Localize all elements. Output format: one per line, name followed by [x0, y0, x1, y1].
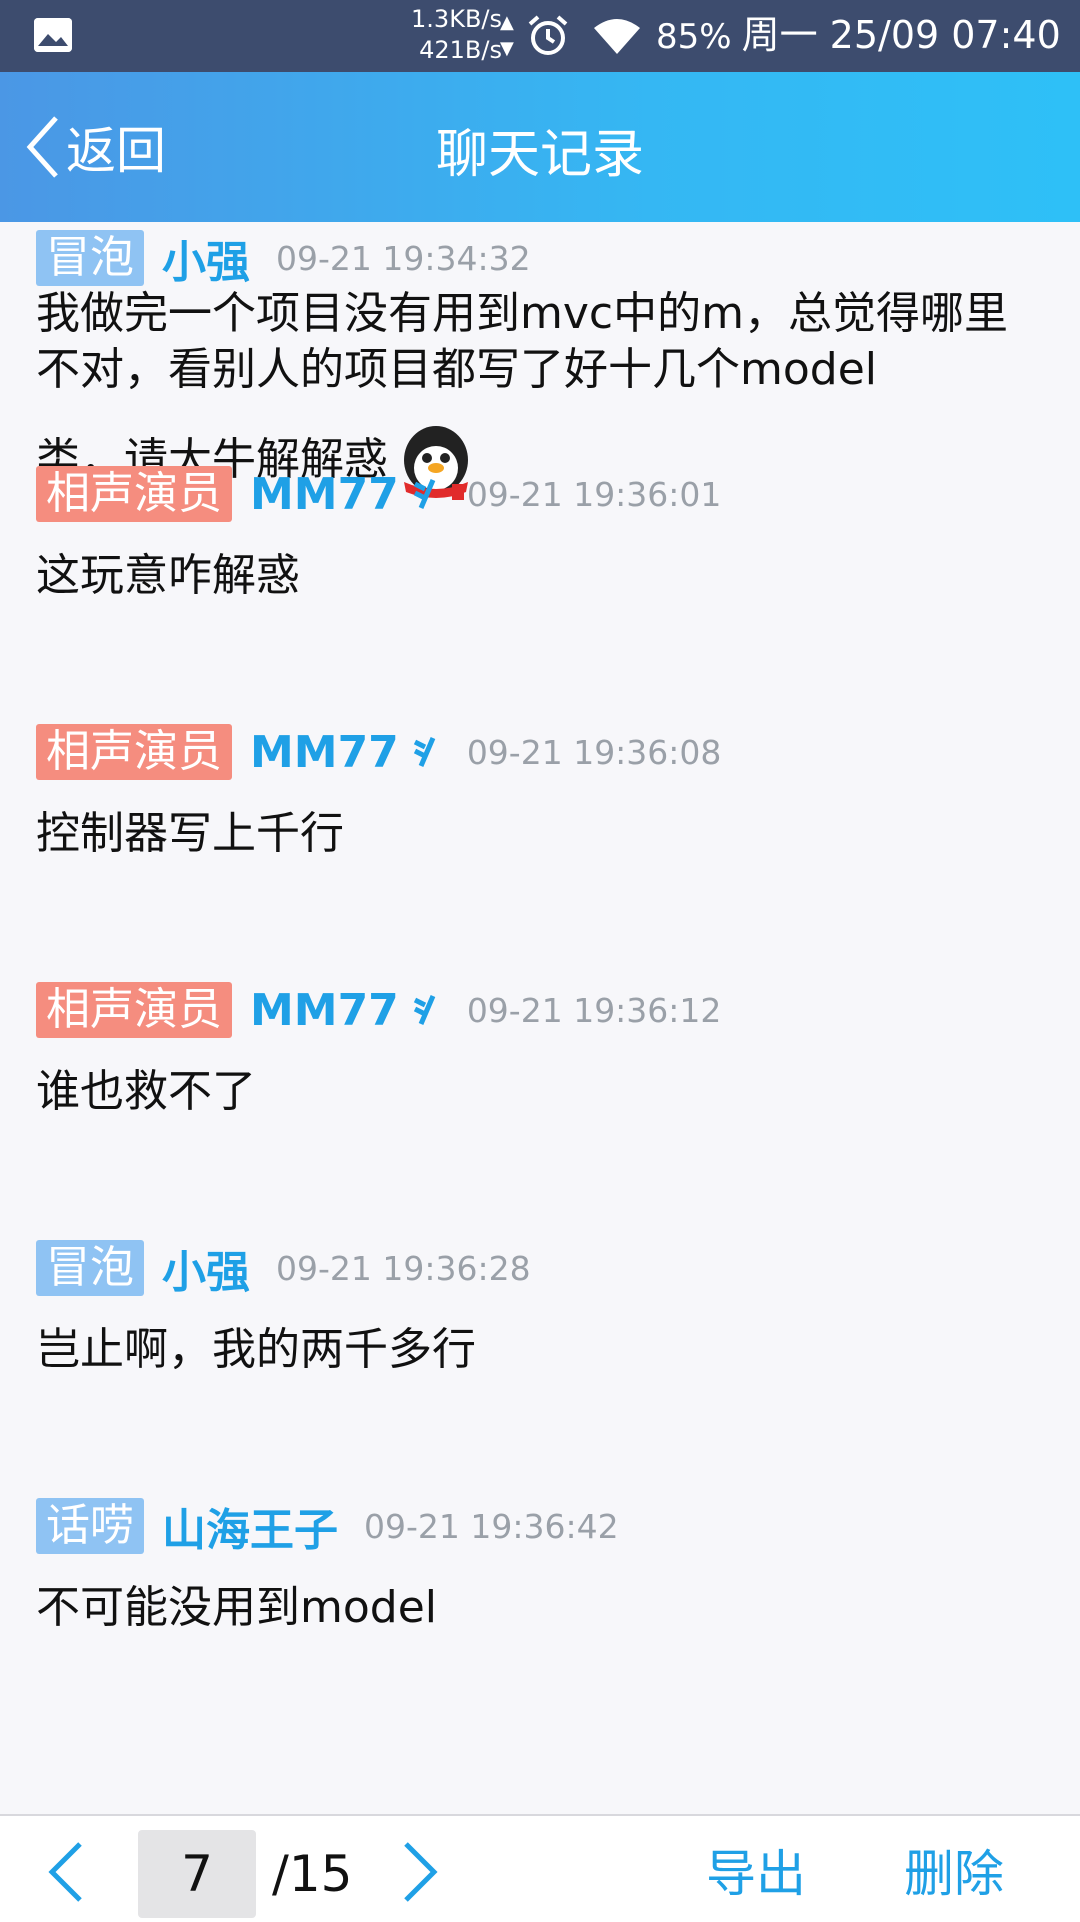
- sender-name[interactable]: MM77: [250, 469, 399, 520]
- delete-button[interactable]: 删除: [904, 1830, 1004, 1918]
- message-text: 控制器写上千行: [36, 808, 344, 859]
- vip-icon: [413, 995, 436, 1025]
- traffic-arrows-icon: ▲ ▼: [500, 12, 514, 59]
- list-item[interactable]: 冒泡 小强 09-21 19:36:28 岂止啊，我的两千多行: [36, 1240, 1046, 1378]
- member-title-badge: 相声演员: [36, 724, 232, 780]
- page-number-input[interactable]: 7: [138, 1830, 256, 1918]
- sender-name[interactable]: 小强: [162, 1236, 250, 1300]
- message-time: 09-21 19:34:32: [276, 238, 531, 278]
- prev-page-button[interactable]: [46, 1840, 86, 1904]
- next-page-button[interactable]: [400, 1840, 440, 1904]
- message-text: 这玩意咋解惑: [36, 550, 300, 601]
- sender-name[interactable]: 山海王子: [162, 1494, 338, 1558]
- network-speed: 1.3KB/s 421B/s: [392, 4, 502, 66]
- member-title-badge: 相声演员: [36, 982, 232, 1038]
- member-title-badge: 相声演员: [36, 466, 232, 522]
- message-text: 不可能没用到model: [36, 1582, 438, 1633]
- member-title-badge: 话唠: [36, 1498, 144, 1554]
- speed-up: 1.3KB/s: [411, 5, 502, 33]
- member-title-badge: 冒泡: [36, 1240, 144, 1296]
- message-text: 岂止啊，我的两千多行: [36, 1324, 476, 1375]
- page-title: 聊天记录: [435, 125, 644, 185]
- list-item[interactable]: 冒泡 小强 09-21 19:34:32 我做完一个项目没有用到mvc中的m，总…: [36, 230, 1046, 504]
- message-time: 09-21 19:36:01: [466, 474, 722, 514]
- member-title-badge: 冒泡: [36, 230, 144, 286]
- status-bar: 1.3KB/s 421B/s ▲ ▼ 85% 周一 25/09 07:40: [0, 0, 1080, 72]
- speed-down: 421B/s: [419, 36, 502, 64]
- sender-name[interactable]: MM77: [250, 727, 399, 778]
- message-text: 谁也救不了: [36, 1066, 256, 1117]
- sender-name[interactable]: MM77: [250, 985, 399, 1036]
- wifi-icon: [594, 19, 640, 54]
- list-item[interactable]: 相声演员 MM77 09-21 19:36:01 这玩意咋解惑: [36, 466, 1046, 604]
- list-item[interactable]: 相声演员 MM77 09-21 19:36:08 控制器写上千行: [36, 724, 1046, 862]
- alarm-icon: [528, 15, 568, 55]
- list-item[interactable]: 话唠 山海王子 09-21 19:36:42 不可能没用到model: [36, 1498, 1046, 1636]
- clock: 周一 25/09 07:40: [741, 13, 1061, 57]
- page-total: /15: [272, 1845, 353, 1903]
- export-button[interactable]: 导出: [706, 1830, 806, 1918]
- vip-icon: [413, 737, 436, 767]
- message-time: 09-21 19:36:08: [466, 732, 722, 772]
- title-bar: 返回 聊天记录: [0, 72, 1080, 222]
- gallery-icon: [34, 18, 72, 52]
- sender-name[interactable]: 小强: [162, 226, 250, 290]
- list-item[interactable]: 相声演员 MM77 09-21 19:36:12 谁也救不了: [36, 982, 1046, 1120]
- vip-icon: [413, 479, 436, 509]
- message-time: 09-21 19:36:12: [466, 990, 722, 1030]
- message-time: 09-21 19:36:42: [364, 1506, 619, 1546]
- message-time: 09-21 19:36:28: [276, 1248, 531, 1288]
- message-text: 我做完一个项目没有用到mvc中的m，总觉得哪里不对，看别人的项目都写了好十几个m…: [36, 288, 1008, 395]
- pagination-bar: 7 /15 导出 删除: [0, 1814, 1080, 1922]
- battery-level: 85%: [656, 17, 732, 57]
- status-right: 85% 周一 25/09 07:40: [656, 12, 1061, 60]
